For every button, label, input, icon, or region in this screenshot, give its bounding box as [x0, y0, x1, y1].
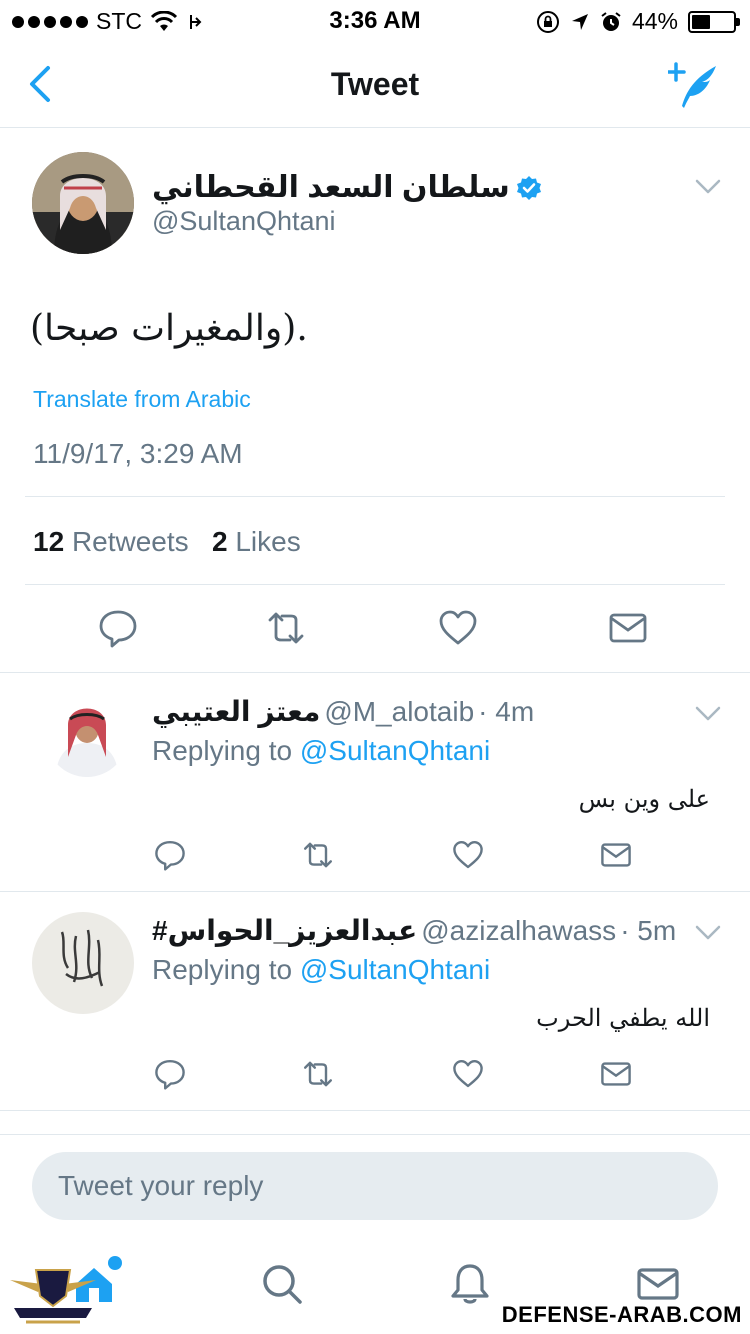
notifications-icon[interactable] — [448, 1262, 492, 1306]
like-icon[interactable] — [438, 608, 478, 648]
status-right: 44% — [536, 8, 740, 35]
location-icon — [571, 13, 588, 30]
display-name[interactable]: #عبدالعزيز_الحواس — [152, 914, 417, 947]
chevron-down-icon[interactable] — [694, 178, 722, 196]
messages-icon[interactable] — [636, 1262, 680, 1306]
direct-message-icon[interactable] — [600, 1058, 632, 1090]
direct-message-icon[interactable] — [608, 608, 648, 648]
battery-percent: 44% — [631, 8, 678, 34]
battery-icon — [688, 10, 740, 33]
divider — [25, 496, 725, 497]
divider — [0, 1134, 750, 1135]
search-icon[interactable] — [260, 1262, 304, 1306]
like-icon[interactable] — [452, 839, 484, 871]
reply-input[interactable]: Tweet your reply — [32, 1152, 718, 1220]
reply-time: · 4m — [478, 696, 535, 727]
nav-bar: Tweet — [0, 40, 750, 128]
reply-tweet[interactable]: معتز العتيبي @M_alotaib · 4m Replying to… — [0, 673, 750, 892]
page-title: Tweet — [330, 66, 420, 102]
reply-icon[interactable] — [98, 608, 138, 648]
forum-logo — [6, 1262, 100, 1332]
reply-header: معتز العتيبي @M_alotaib · 4m — [152, 695, 534, 728]
replying-to: Replying to @SultanQhtani — [152, 735, 491, 766]
user-handle[interactable]: @SultanQhtani — [152, 206, 336, 237]
replying-to: Replying to @SultanQhtani — [152, 954, 491, 985]
chevron-down-icon[interactable] — [694, 705, 722, 723]
reply-time: · 5m — [620, 915, 677, 946]
alarm-icon — [601, 11, 621, 31]
tweet-stats: 12 Retweets 2 Likes — [33, 526, 301, 558]
verified-badge-icon — [516, 175, 541, 200]
avatar[interactable] — [32, 152, 134, 254]
rotation-lock-icon — [536, 10, 559, 33]
chevron-down-icon[interactable] — [694, 924, 722, 942]
reply-placeholder: Tweet your reply — [58, 1170, 264, 1201]
user-handle[interactable]: @azizalhawass — [421, 915, 616, 947]
translate-link[interactable]: Translate from Arabic — [33, 386, 251, 413]
status-bar: STC 3:36 AM 44% — [0, 0, 750, 40]
main-tweet: سلطان السعد القحطاني @SultanQhtani (والم… — [0, 128, 750, 673]
avatar[interactable] — [46, 695, 128, 777]
reply-text: على وين بس — [578, 785, 710, 813]
reply-icon[interactable] — [154, 1058, 186, 1090]
retweet-icon[interactable] — [266, 608, 306, 648]
reply-header: #عبدالعزيز_الحواس @azizalhawass · 5m — [152, 914, 676, 947]
retweet-icon[interactable] — [302, 839, 334, 871]
likes-stat[interactable]: 2 Likes — [212, 526, 301, 557]
direct-message-icon[interactable] — [600, 839, 632, 871]
tweet-text: (والمغيرات صبحا). — [30, 308, 308, 349]
watermark-text: DEFENSE-ARAB.COM — [501, 1302, 742, 1327]
avatar[interactable] — [32, 912, 134, 1014]
tweet-timestamp: 11/9/17, 3:29 AM — [33, 438, 243, 469]
mention-link[interactable]: @SultanQhtani — [300, 954, 490, 985]
display-name-text: سلطان السعد القحطاني — [152, 171, 510, 204]
tweet-actions — [0, 598, 750, 658]
reply-text: الله يطفي الحرب — [536, 1004, 710, 1032]
reply-icon[interactable] — [154, 839, 186, 871]
display-name[interactable]: معتز العتيبي — [152, 695, 320, 728]
notification-dot — [108, 1256, 122, 1270]
user-handle[interactable]: @M_alotaib — [324, 696, 474, 728]
retweet-icon[interactable] — [302, 1058, 334, 1090]
divider — [25, 584, 725, 585]
reply-tweet[interactable]: #عبدالعزيز_الحواس @azizalhawass · 5m Rep… — [0, 892, 750, 1111]
mention-link[interactable]: @SultanQhtani — [300, 735, 490, 766]
compose-tweet-icon[interactable] — [668, 58, 722, 110]
battery-level — [692, 14, 710, 29]
like-icon[interactable] — [452, 1058, 484, 1090]
retweets-stat[interactable]: 12 Retweets — [33, 526, 189, 557]
display-name[interactable]: سلطان السعد القحطاني — [152, 170, 542, 205]
